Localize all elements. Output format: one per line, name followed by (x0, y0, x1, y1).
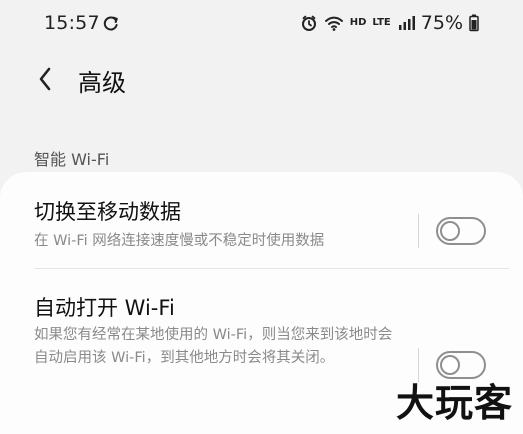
switch-to-mobile-data-title: 切换至移动数据 (34, 200, 181, 224)
app-header: 高级 (0, 55, 523, 105)
wifi-icon (324, 16, 343, 31)
switch-to-mobile-data-toggle[interactable] (436, 217, 486, 245)
row-separator (418, 214, 419, 248)
switch-to-mobile-data-row[interactable]: 切换至移动数据 在 Wi-Fi 网络连接速度慢或不稳定时使用数据 (0, 190, 523, 286)
auto-wifi-toggle[interactable] (436, 351, 486, 379)
alarm-icon (301, 15, 316, 31)
hd-label: HD (349, 17, 367, 28)
lte-label: LTE (372, 17, 391, 28)
section-title: 智能 Wi-Fi (34, 150, 110, 169)
page-title: 高级 (78, 69, 126, 97)
status-time: 15:57 (44, 12, 100, 34)
toggle-knob (440, 355, 460, 375)
sync-icon (103, 16, 118, 31)
battery-icon (469, 14, 479, 32)
auto-wifi-description: 如果您有经常在某地使用的 Wi-Fi，则当您来到该地时会自动启用该 Wi-Fi，… (34, 327, 393, 366)
chevron-left-icon[interactable] (34, 65, 58, 93)
battery-percentage: 75% (420, 12, 463, 34)
signal-icon (398, 16, 415, 30)
status-bar: 15:57 HD LTE 75% (0, 0, 523, 48)
watermark-logo: 大玩客 (395, 380, 513, 425)
toggle-knob (440, 221, 460, 241)
switch-to-mobile-data-description: 在 Wi-Fi 网络连接速度慢或不稳定时使用数据 (34, 233, 325, 249)
row-separator (418, 348, 419, 382)
row-divider (34, 268, 509, 269)
status-icons: HD LTE 75% (300, 12, 479, 34)
auto-wifi-title: 自动打开 Wi-Fi (34, 296, 175, 320)
